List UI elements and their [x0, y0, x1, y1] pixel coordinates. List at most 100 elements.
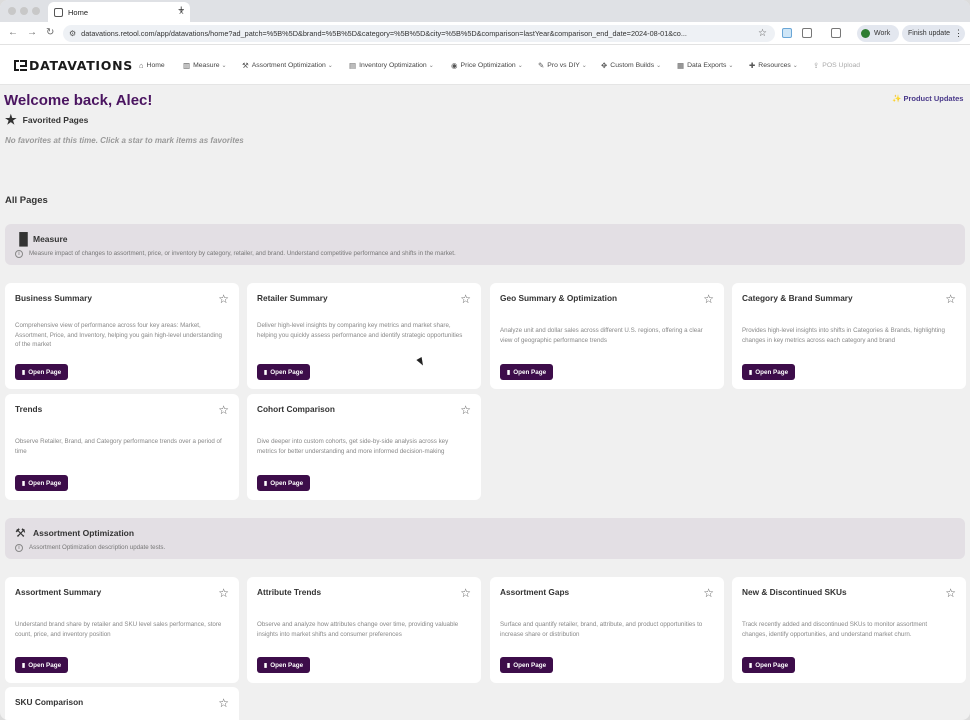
- open-page-button[interactable]: ▮ Open Page: [257, 657, 310, 673]
- logo-text: DATAVATIONS: [29, 58, 133, 73]
- cast-icon[interactable]: [831, 28, 841, 38]
- book-icon: ▮: [748, 369, 753, 376]
- page-card-assortment-summary: Assortment Summary ☆ Understand brand sh…: [5, 577, 239, 683]
- open-page-label: Open Page: [28, 661, 62, 669]
- page-card-trends: Trends ☆ Observe Retailer, Brand, and Ca…: [5, 394, 239, 500]
- favorite-star-icon[interactable]: ☆: [218, 403, 229, 417]
- nav-item-resources[interactable]: ✚ Resources ⌄: [749, 61, 798, 70]
- favorite-star-icon[interactable]: ☆: [460, 403, 471, 417]
- info-icon: i: [15, 544, 23, 552]
- nav-label: Measure: [193, 62, 220, 69]
- reload-button[interactable]: ↻: [46, 27, 54, 38]
- section-measure: ▐▌ Measure i Measure impact of changes t…: [5, 224, 965, 265]
- nav-item-custom-builds[interactable]: ✥ Custom Builds ⌄: [601, 61, 661, 70]
- window-close-control[interactable]: [8, 7, 16, 15]
- card-description: Provides high-level insights into shifts…: [742, 327, 945, 344]
- window-minimize-control[interactable]: [20, 7, 28, 15]
- browser-menu-icon[interactable]: ⋮: [954, 28, 963, 39]
- bar-chart-icon: ▐▌: [15, 232, 33, 246]
- nav-item-measure[interactable]: ▥ Measure ⌄: [183, 61, 227, 70]
- nav-item-pro-vs-diy[interactable]: ✎ Pro vs DIY ⌄: [538, 61, 587, 70]
- open-page-button[interactable]: ▮ Open Page: [742, 364, 795, 380]
- nav-item-home[interactable]: ⌂ Home: [139, 61, 165, 70]
- open-page-button[interactable]: ▮ Open Page: [500, 657, 553, 673]
- nav-item-data-exports[interactable]: ▦ Data Exports ⌄: [677, 61, 733, 70]
- page-card-cohort-comparison: Cohort Comparison ☆ Dive deeper into cus…: [247, 394, 481, 500]
- favorite-star-icon[interactable]: ☆: [945, 292, 956, 306]
- favorite-star-icon[interactable]: ☆: [218, 292, 229, 306]
- nav-label: Home: [146, 62, 165, 69]
- puzzle-icon: ✥: [601, 61, 608, 70]
- product-updates-link[interactable]: ✨ Product Updates: [892, 94, 963, 103]
- pen-icon: ✎: [538, 61, 545, 70]
- favorite-star-icon[interactable]: ☆: [703, 586, 714, 600]
- chevron-down-icon: ⌄: [581, 63, 587, 69]
- book-icon: ▮: [21, 369, 26, 376]
- extension-puzzle-icon[interactable]: [802, 28, 812, 38]
- nav-item-inventory-optimization[interactable]: ▤ Inventory Optimization ⌄: [349, 61, 434, 70]
- nav-label: Assortment Optimization: [251, 62, 326, 69]
- favorite-star-icon[interactable]: ☆: [945, 586, 956, 600]
- favorites-heading-label: Favorited Pages: [22, 115, 89, 125]
- bookmark-star-icon[interactable]: ☆: [758, 28, 767, 39]
- open-page-button[interactable]: ▮ Open Page: [15, 657, 68, 673]
- forward-button[interactable]: →: [27, 27, 37, 38]
- plus-icon: ✚: [749, 61, 756, 70]
- window-zoom-control[interactable]: [32, 7, 40, 15]
- card-description: Surface and quantify retailer, brand, at…: [500, 621, 703, 638]
- nav-item-price-optimization[interactable]: ◉ Price Optimization ⌄: [451, 61, 523, 70]
- finish-update-button[interactable]: Finish update ⋮: [902, 25, 965, 42]
- open-page-label: Open Page: [270, 368, 304, 376]
- url-field[interactable]: ⚙ datavations.retool.com/app/datavations…: [63, 25, 775, 42]
- page-card-assortment-gaps: Assortment Gaps ☆ Surface and quantify r…: [490, 577, 724, 683]
- chevron-down-icon: ⌄: [656, 63, 662, 69]
- favorite-star-icon[interactable]: ☆: [460, 292, 471, 306]
- browser-tab-home[interactable]: Home ×: [48, 2, 190, 22]
- dollar-icon: ◉: [451, 61, 458, 70]
- open-page-button[interactable]: ▮ Open Page: [15, 475, 68, 491]
- book-icon: ▮: [748, 662, 753, 669]
- open-page-label: Open Page: [28, 479, 62, 487]
- card-description: Observe and analyze how attributes chang…: [257, 621, 459, 638]
- card-title: Cohort Comparison: [257, 404, 335, 414]
- card-description: Comprehensive view of performance across…: [15, 322, 222, 348]
- open-page-button[interactable]: ▮ Open Page: [500, 364, 553, 380]
- back-button[interactable]: ←: [8, 27, 18, 38]
- section-description: Assortment Optimization description upda…: [29, 544, 166, 551]
- chevron-down-icon: ⌄: [221, 63, 227, 69]
- open-page-label: Open Page: [28, 368, 62, 376]
- chevron-down-icon: ⌄: [792, 63, 798, 69]
- new-tab-button[interactable]: +: [178, 4, 184, 16]
- favorite-star-icon[interactable]: ☆: [703, 292, 714, 306]
- site-settings-icon[interactable]: ⚙: [69, 29, 76, 38]
- card-description: Deliver high-level insights by comparing…: [257, 322, 463, 339]
- card-description: Dive deeper into custom cohorts, get sid…: [257, 438, 449, 455]
- chevron-down-icon: ⌄: [428, 63, 434, 69]
- calendar-icon: ▦: [677, 61, 685, 70]
- all-pages-heading: All Pages: [5, 195, 48, 206]
- nav-label: POS Upload: [822, 62, 861, 69]
- nav-label: Custom Builds: [610, 62, 655, 69]
- url-text[interactable]: datavations.retool.com/app/datavations/h…: [81, 29, 758, 38]
- favorite-star-icon[interactable]: ☆: [218, 586, 229, 600]
- nav-item-pos-upload[interactable]: ⇪ POS Upload: [813, 61, 860, 70]
- open-page-label: Open Page: [755, 661, 789, 669]
- open-page-button[interactable]: ▮ Open Page: [15, 364, 68, 380]
- extension-icon[interactable]: [782, 28, 792, 38]
- nav-item-assortment-optimization[interactable]: ⚒ Assortment Optimization ⌄: [242, 61, 333, 70]
- page-card-business-summary: Business Summary ☆ Comprehensive view of…: [5, 283, 239, 389]
- section-description: Measure impact of changes to assortment,…: [29, 250, 456, 257]
- nav-label: Resources: [758, 62, 791, 69]
- card-description: Track recently added and discontinued SK…: [742, 621, 928, 638]
- book-icon: ▮: [21, 662, 26, 669]
- profile-chip[interactable]: Work: [857, 25, 899, 42]
- logo-mark-icon: [14, 60, 27, 71]
- info-icon: i: [15, 250, 23, 258]
- open-page-button[interactable]: ▮ Open Page: [257, 364, 310, 380]
- open-page-button[interactable]: ▮ Open Page: [257, 475, 310, 491]
- open-page-label: Open Page: [513, 368, 547, 376]
- favorite-star-icon[interactable]: ☆: [460, 586, 471, 600]
- open-page-button[interactable]: ▮ Open Page: [742, 657, 795, 673]
- datavations-logo[interactable]: DATAVATIONS: [14, 58, 133, 73]
- favorite-star-icon[interactable]: ☆: [218, 696, 229, 710]
